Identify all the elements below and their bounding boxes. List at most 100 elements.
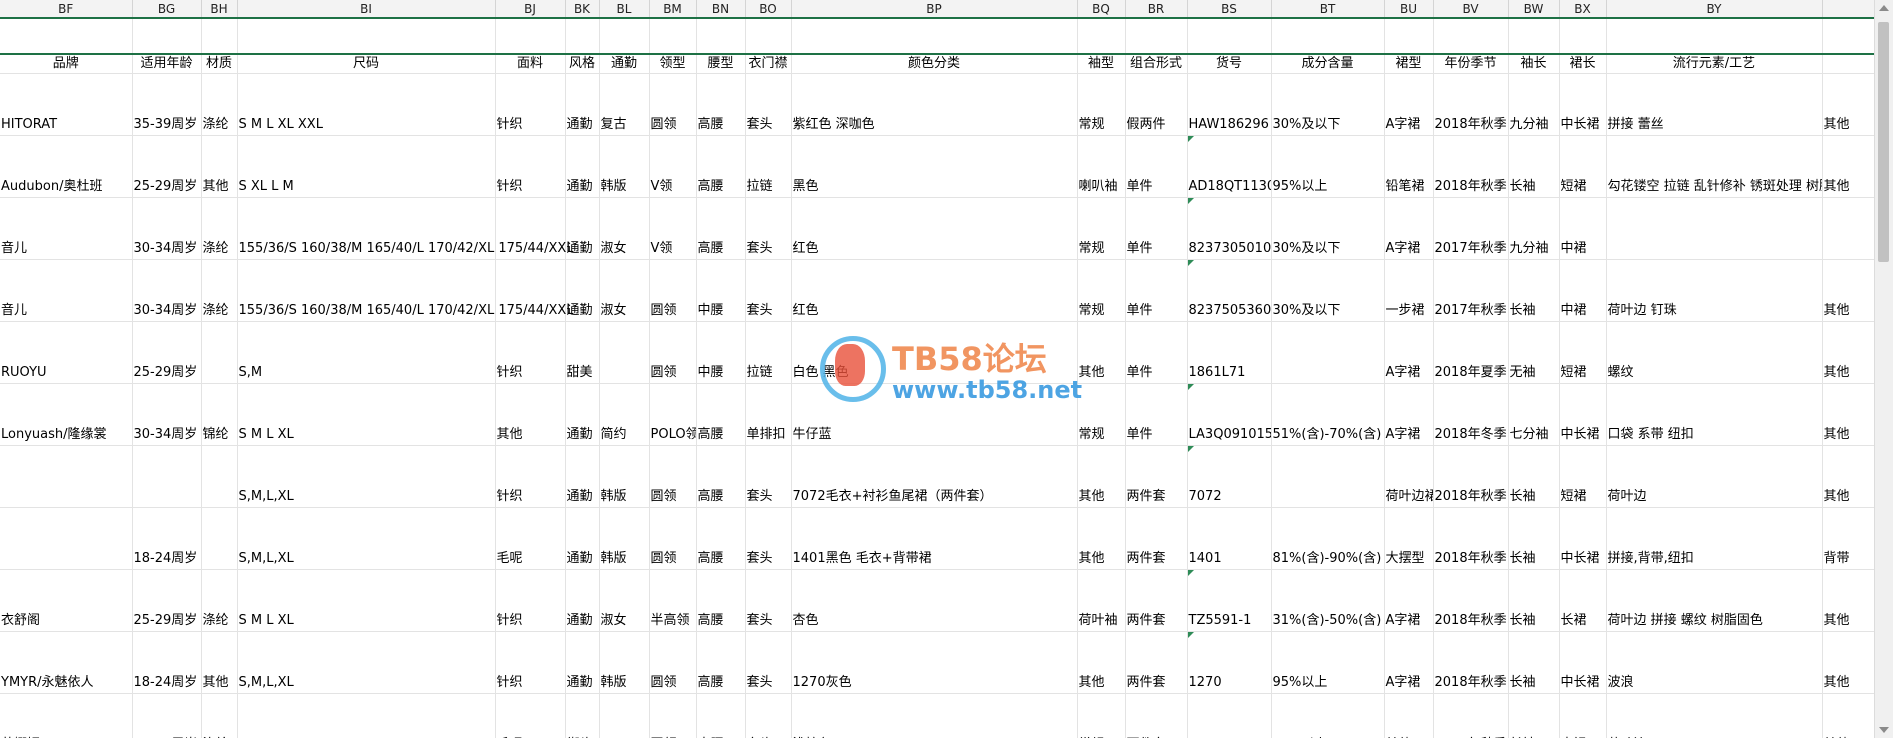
column-header-cell[interactable]: BJ <box>495 0 566 19</box>
blank-row-cell[interactable] <box>1077 17 1126 55</box>
column-header-cell[interactable]: BX <box>1559 0 1607 19</box>
table-row-cell[interactable]: 圆领 <box>649 445 697 508</box>
table-row-cell[interactable]: 95%以上 <box>1271 693 1385 738</box>
field-header-row-cell[interactable]: 裙长 <box>1559 53 1607 74</box>
table-row-cell[interactable]: 通勤 <box>565 197 600 260</box>
table-row-cell[interactable]: 喇叭袖 <box>1077 135 1126 198</box>
field-header-row-cell[interactable]: 适用年龄 <box>132 53 202 74</box>
field-header-row-cell[interactable]: 袖型 <box>1077 53 1126 74</box>
table-row-cell[interactable]: 2018年秋季 <box>1433 507 1509 570</box>
table-row-cell[interactable]: 两件套 <box>1125 631 1188 694</box>
table-row-cell[interactable]: 韩版 <box>599 135 650 198</box>
table-row-cell[interactable]: 高腰 <box>696 197 746 260</box>
table-row-cell[interactable]: 其他 <box>1822 73 1875 136</box>
table-row-cell[interactable]: 套头 <box>745 507 792 570</box>
table-row-cell[interactable]: 通勤 <box>565 135 600 198</box>
table-row-cell[interactable]: 通勤 <box>565 383 600 446</box>
blank-row-cell[interactable] <box>201 17 238 55</box>
table-row-cell[interactable]: 荷叶边 拼接 螺纹 树脂固色 <box>1606 569 1823 632</box>
table-row-cell[interactable]: 单件 <box>1125 197 1188 260</box>
table-row-cell[interactable]: 8237305010 <box>1187 197 1272 260</box>
blank-row-cell[interactable] <box>1271 17 1385 55</box>
table-row-cell[interactable]: 荷叶边 <box>1606 693 1823 738</box>
table-row-cell[interactable]: 2018年秋季 <box>1433 445 1509 508</box>
table-row-cell[interactable] <box>201 445 238 508</box>
table-row-cell[interactable] <box>1606 197 1823 260</box>
field-header-row-cell[interactable]: 裙型 <box>1384 53 1434 74</box>
table-row-cell[interactable]: 单件 <box>1125 321 1188 384</box>
table-row-cell[interactable]: 毛呢 <box>495 507 566 570</box>
blank-row-cell[interactable] <box>237 17 496 55</box>
table-row-cell[interactable]: 其他 <box>1822 445 1875 508</box>
table-row-cell[interactable]: 音儿 <box>0 259 133 322</box>
table-row-cell[interactable]: 2018年秋季 <box>1433 73 1509 136</box>
table-row-cell[interactable]: 半高领 <box>649 569 697 632</box>
table-row-cell[interactable]: 针织 <box>495 73 566 136</box>
spreadsheet-grid[interactable]: BF BG BH BI BJ BK BL BM BN BO BP BQ BR BS BT BU BV BW BX BY… <box>0 0 1875 738</box>
table-row-cell[interactable]: 25-29周岁 <box>132 135 202 198</box>
table-row-cell[interactable]: 1401黑色 毛衣+背带裙 <box>791 507 1078 570</box>
table-row-cell[interactable]: 30%及以下 <box>1271 259 1385 322</box>
table-row-cell[interactable]: 中腰 <box>696 321 746 384</box>
table-row-cell[interactable]: 通勤 <box>565 445 600 508</box>
table-row-cell[interactable]: YMYR/永魅依人 <box>0 631 133 694</box>
table-row-cell[interactable]: Audubon/奥杜班 <box>0 135 133 198</box>
table-row-cell[interactable]: 2017年秋季 <box>1433 259 1509 322</box>
table-row-cell[interactable]: 长袖 <box>1508 259 1560 322</box>
table-row-cell[interactable]: S,M,L,XL <box>237 445 496 508</box>
table-row-cell[interactable]: HAW186296 <box>1187 73 1272 136</box>
table-row-cell[interactable]: 复古 <box>599 73 650 136</box>
blank-row-cell[interactable] <box>1822 17 1875 55</box>
table-row-cell[interactable]: 通勤 <box>565 73 600 136</box>
table-row-cell[interactable]: 拉链 <box>745 135 792 198</box>
table-row-cell[interactable]: 甜美 <box>565 321 600 384</box>
table-row-cell[interactable]: 7072毛衣+衬衫鱼尾裙（两件套） <box>791 445 1078 508</box>
table-row-cell[interactable]: 155/36/S 160/38/M 165/40/L 170/42/XL 175… <box>237 259 574 322</box>
table-row-cell[interactable]: V领 <box>649 135 697 198</box>
blank-row-cell[interactable] <box>1508 17 1560 55</box>
table-row-cell[interactable]: 其他 <box>1077 507 1126 570</box>
table-row-cell[interactable]: 高腰 <box>696 445 746 508</box>
table-row-cell[interactable]: 30-34周岁 <box>132 383 202 446</box>
table-row-cell[interactable]: A字裙 <box>1384 569 1434 632</box>
field-header-row-cell[interactable]: 面料 <box>495 53 566 74</box>
table-row-cell[interactable]: 淑女 <box>599 569 650 632</box>
table-row-cell[interactable]: 假两件 <box>1125 73 1188 136</box>
table-row-cell[interactable]: 2018年冬季 <box>1433 383 1509 446</box>
table-row-cell[interactable]: S M L XL <box>237 383 496 446</box>
table-row-cell[interactable]: 常规 <box>1077 259 1126 322</box>
table-row-cell[interactable]: 常规 <box>1077 693 1126 738</box>
table-row-cell[interactable]: 无袖 <box>1508 321 1560 384</box>
table-row-cell[interactable]: 高腰 <box>696 631 746 694</box>
table-row-cell[interactable]: 长袖 <box>1508 135 1560 198</box>
table-row-cell[interactable]: 针织 <box>495 321 566 384</box>
field-header-row-cell[interactable]: 腰型 <box>696 53 746 74</box>
table-row-cell[interactable]: 高腰 <box>696 73 746 136</box>
table-row-cell[interactable]: 套头 <box>745 569 792 632</box>
table-row-cell[interactable]: 简约 <box>599 383 650 446</box>
table-row-cell[interactable]: 波浪 <box>1606 631 1823 694</box>
table-row-cell[interactable]: 高腰 <box>696 507 746 570</box>
table-row-cell[interactable]: 31%(含)-50%(含) <box>1271 569 1385 632</box>
column-header-cell[interactable]: BU <box>1384 0 1434 19</box>
field-header-row-cell[interactable]: 材质 <box>201 53 238 74</box>
table-row-cell[interactable]: TZ5591-1 <box>1187 569 1272 632</box>
table-row-cell[interactable]: 通勤 <box>565 259 600 322</box>
table-row-cell[interactable] <box>0 445 133 508</box>
table-row-cell[interactable]: V领 <box>649 197 697 260</box>
table-row-cell[interactable]: 95%以上 <box>1271 631 1385 694</box>
table-row-cell[interactable]: 7072 <box>1187 445 1272 508</box>
table-row-cell[interactable]: S,M,L,XL <box>237 507 496 570</box>
table-row-cell[interactable]: 常规 <box>1077 197 1126 260</box>
table-row-cell[interactable] <box>201 507 238 570</box>
table-row-cell[interactable] <box>1822 197 1875 260</box>
table-row-cell[interactable]: 单件 <box>1125 135 1188 198</box>
table-row-cell[interactable]: 涤纶 <box>201 73 238 136</box>
table-row-cell[interactable]: 口袋 系带 纽扣 <box>1606 383 1823 446</box>
table-row-cell[interactable]: 18-24周岁 <box>132 631 202 694</box>
table-row-cell[interactable]: 常规 <box>1077 73 1126 136</box>
table-row-cell[interactable]: 套头 <box>745 445 792 508</box>
column-header-cell[interactable]: BH <box>201 0 238 19</box>
table-row-cell[interactable]: 圆领 <box>649 321 697 384</box>
table-row-cell[interactable]: 30%及以下 <box>1271 197 1385 260</box>
